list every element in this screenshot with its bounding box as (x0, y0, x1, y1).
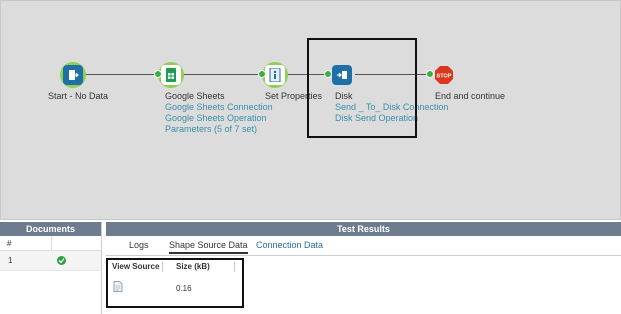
check-circle-icon (57, 256, 66, 265)
process-canvas[interactable]: Start - No Data Google Sheets Google She… (0, 0, 621, 220)
test-results-panel: Test Results Logs Shape Source Data Conn… (106, 222, 621, 314)
google-sheets-icon (166, 68, 176, 82)
documents-col-number: # (0, 236, 52, 250)
connector-start-sheets (81, 74, 159, 75)
start-shape-label: Start - No Data (48, 91, 109, 101)
google-sheets-parameters-link[interactable]: Parameters (5 of 7 set) (165, 124, 257, 135)
google-sheets-label: Google Sheets (165, 91, 225, 101)
document-row[interactable]: 1 (0, 251, 101, 271)
connector-sheets-properties (181, 74, 265, 75)
test-results-tabs: Logs Shape Source Data Connection Data (106, 236, 621, 256)
svg-text:STOP: STOP (437, 74, 452, 80)
set-properties-shape[interactable] (265, 65, 285, 85)
disk-highlight-box (307, 38, 417, 138)
start-shape[interactable] (63, 65, 83, 85)
stop-label: End and continue (435, 91, 506, 101)
start-icon (69, 70, 79, 80)
test-results-title: Test Results (106, 222, 621, 236)
documents-column-header: # (0, 236, 101, 251)
google-sheets-operation-link[interactable]: Google Sheets Operation (165, 113, 267, 124)
document-row-number: 1 (8, 256, 13, 265)
tab-logs[interactable]: Logs (129, 240, 149, 250)
google-sheets-shape[interactable] (161, 65, 181, 85)
source-data-highlight-box (106, 258, 244, 308)
stop-shape[interactable]: STOP (434, 65, 454, 85)
tab-connection-data[interactable]: Connection Data (256, 240, 323, 250)
google-sheets-connection-link[interactable]: Google Sheets Connection (165, 102, 273, 113)
documents-panel: Documents # 1 (0, 222, 102, 314)
tab-shape-source-data[interactable]: Shape Source Data (169, 240, 248, 254)
set-properties-icon (269, 68, 281, 82)
stop-input-dot (426, 70, 434, 78)
documents-panel-title: Documents (0, 222, 101, 236)
stop-sign-icon: STOP (435, 66, 453, 84)
